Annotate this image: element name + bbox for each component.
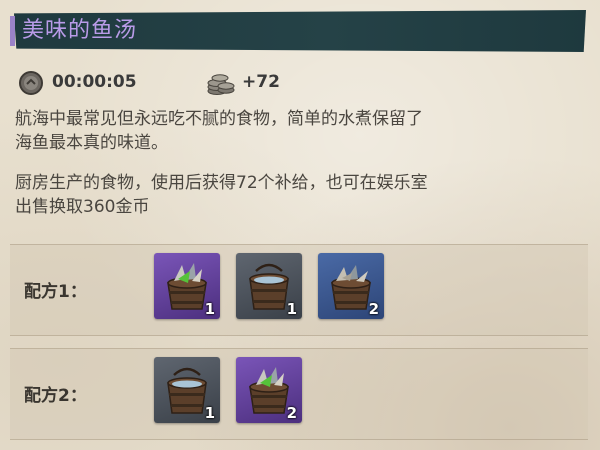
description-line: 海鱼最本真的味道。 — [15, 133, 168, 153]
clock-coin-icon — [18, 70, 44, 96]
ingredient-quantity: 1 — [204, 404, 215, 422]
title-accent-bar — [10, 16, 15, 46]
ingredient-slot[interactable]: 2 — [318, 253, 384, 319]
ingredient-slot[interactable]: 1 — [154, 253, 220, 319]
ingredient-slot[interactable]: 2 — [236, 357, 302, 423]
ingredient-quantity: 2 — [286, 404, 297, 422]
ingredient-slot[interactable]: 1 — [236, 253, 302, 319]
stats-row: 00:00:05 +72 — [16, 68, 576, 98]
production-time: 00:00:05 — [52, 72, 137, 92]
recipe-panel-1: 配方1： 1 1 2 — [10, 244, 588, 336]
item-title: 美味的鱼汤 — [22, 18, 138, 43]
recipe-label: 配方2： — [24, 386, 87, 406]
ingredient-quantity: 1 — [204, 300, 215, 318]
ingredient-slot[interactable]: 1 — [154, 357, 220, 423]
coin-stack-icon — [206, 70, 236, 96]
ingredient-quantity: 1 — [286, 300, 297, 318]
description-line: 出售换取360金币 — [15, 197, 150, 217]
supply-gain: +72 — [242, 72, 280, 92]
description-line: 厨房生产的食物，使用后获得72个补给，也可在娱乐室 — [15, 173, 428, 193]
recipe-panel-2: 配方2： 1 2 — [10, 348, 588, 440]
recipe-label: 配方1： — [24, 282, 87, 302]
ingredient-quantity: 2 — [368, 300, 379, 318]
description-line: 航海中最常见但永远吃不腻的食物，简单的水煮保留了 — [15, 109, 423, 129]
